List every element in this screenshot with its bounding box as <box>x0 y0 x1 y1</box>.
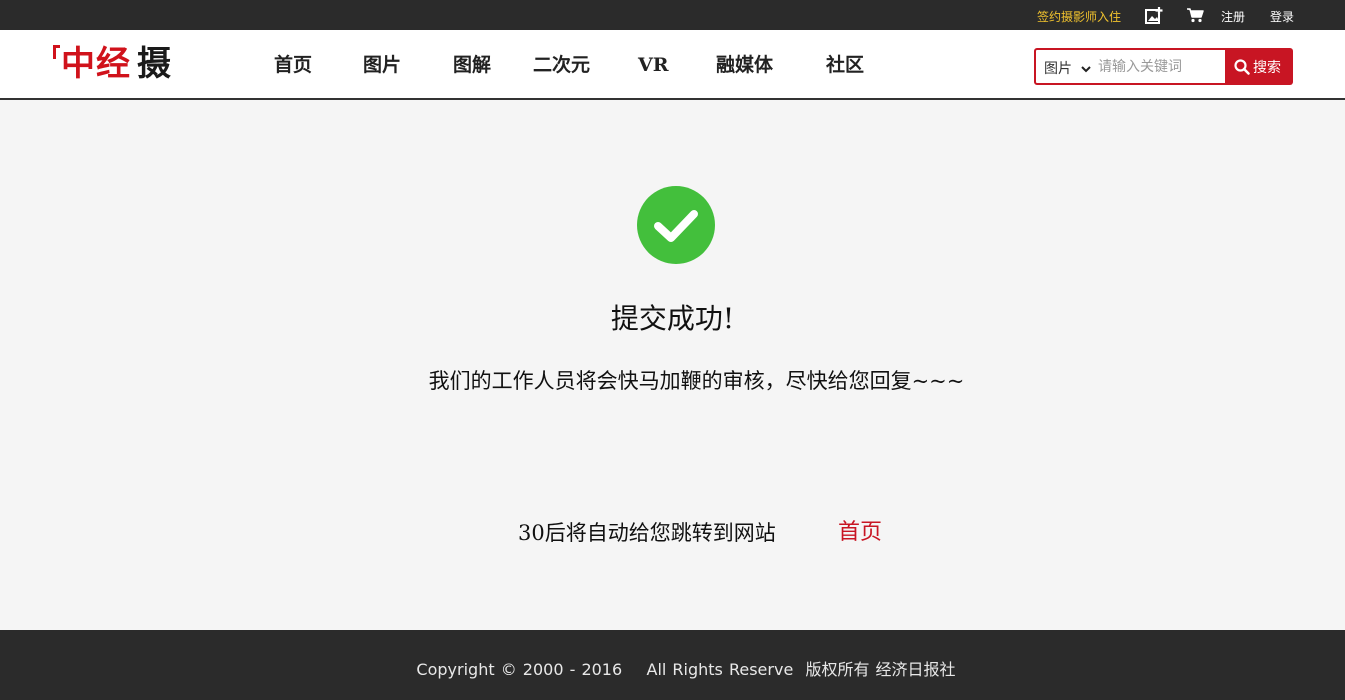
header: 中 经 摄 首页 图片 图解 二次元 VR 融媒体 社区 图片 搜索 <box>0 30 1345 100</box>
top-bar: 签约摄影师入住 注册 登录 <box>0 0 1345 30</box>
home-link[interactable]: 首页 <box>838 518 882 548</box>
logo-bracket <box>53 45 60 59</box>
search-category-select[interactable]: 图片 <box>1044 58 1072 78</box>
search-button[interactable]: 搜索 <box>1225 48 1293 85</box>
redirect-notice: 30后将自动给您跳转到网站 <box>518 521 776 545</box>
logo-char-she: 摄 <box>137 44 171 84</box>
success-title: 提交成功! <box>610 302 735 335</box>
search-icon <box>1234 59 1250 75</box>
sign-photographer-link[interactable]: 签约摄影师入住 <box>1037 8 1121 25</box>
login-link[interactable]: 登录 <box>1270 8 1294 25</box>
copyright-text: Copyright © 2000 - 2016 All Rights Reser… <box>416 660 956 679</box>
nav-anime[interactable]: 二次元 <box>533 52 590 78</box>
register-link[interactable]: 注册 <box>1221 8 1245 25</box>
nav-home[interactable]: 首页 <box>274 52 312 78</box>
search-button-label: 搜索 <box>1253 60 1281 76</box>
site-logo[interactable]: 中 经 摄 <box>53 43 178 84</box>
footer: Copyright © 2000 - 2016 All Rights Reser… <box>0 630 1345 700</box>
nav-vr[interactable]: VR <box>638 52 669 78</box>
nav-infographics[interactable]: 图解 <box>453 52 491 78</box>
logo-char-jing: 经 <box>96 44 130 84</box>
nav-media[interactable]: 融媒体 <box>716 52 773 78</box>
success-check-icon <box>637 186 715 264</box>
success-message: 我们的工作人员将会快马加鞭的审核，尽快给您回复~~~ <box>428 369 965 393</box>
cart-icon[interactable] <box>1187 8 1204 23</box>
search-box: 图片 搜索 <box>1034 48 1293 85</box>
search-input[interactable] <box>1098 50 1226 83</box>
chevron-down-icon[interactable] <box>1080 60 1092 73</box>
upload-image-icon[interactable] <box>1145 7 1163 24</box>
logo-char-zhong: 中 <box>61 44 95 84</box>
nav-community[interactable]: 社区 <box>826 52 864 78</box>
nav-pictures[interactable]: 图片 <box>363 52 401 78</box>
